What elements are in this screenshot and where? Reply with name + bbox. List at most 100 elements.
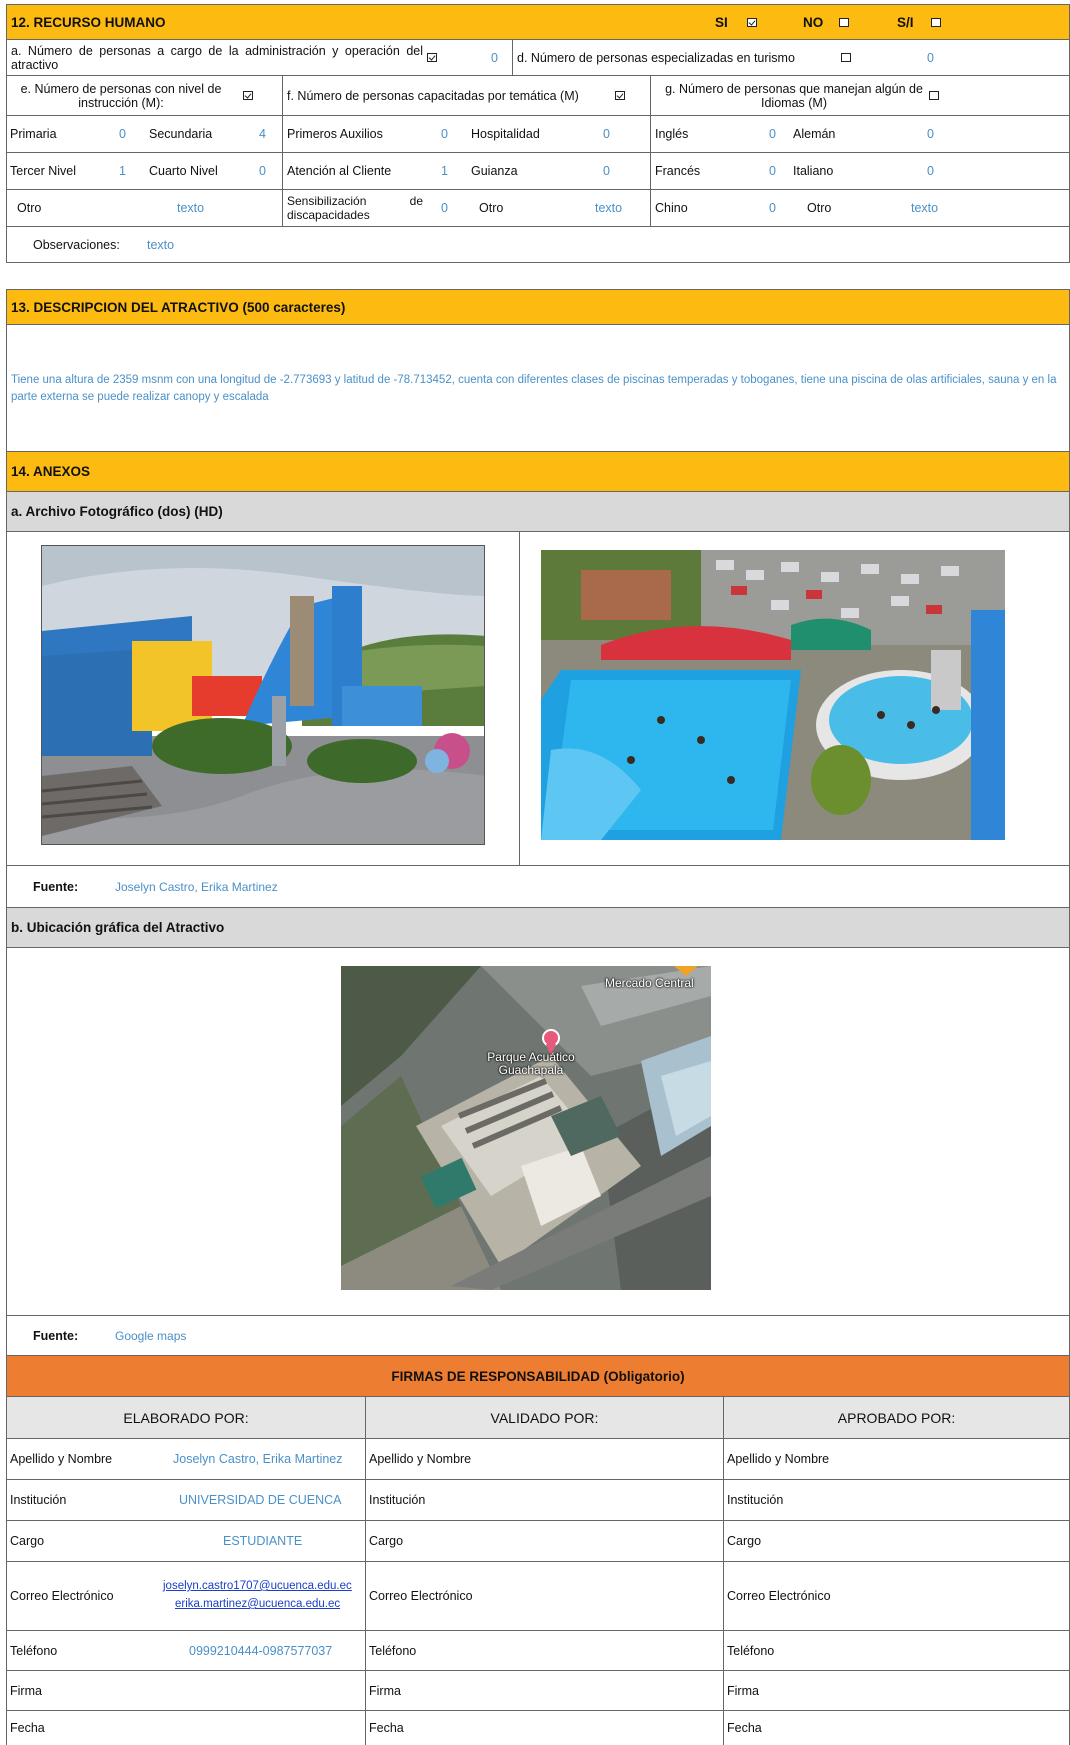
validado-firma: Firma: [366, 1671, 724, 1710]
fuente-b-label: Fuente:: [33, 1328, 79, 1343]
e-item-label: Cuarto Nivel: [149, 164, 218, 178]
elaborado-header: ELABORADO POR:: [7, 1397, 366, 1438]
photo-building: [41, 545, 485, 845]
fuente-b-row: Fuente: Google maps: [6, 1316, 1070, 1356]
f-item-value: 0: [441, 127, 448, 141]
a-label: a. Número de personas a cargo de la admi…: [11, 43, 423, 72]
section-12-header: 12. RECURSO HUMANO SI NO S/I: [6, 4, 1070, 40]
aprobado-correo: Correo Electrónico: [727, 1589, 831, 1603]
anexos-b-title: b. Ubicación gráfica del Atractivo: [11, 920, 225, 935]
f-item-value: 0: [603, 164, 610, 178]
description-box: Tiene una altura de 2359 msnm con una lo…: [6, 325, 1070, 452]
row-d: d. Número de personas especializadas en …: [513, 40, 1069, 75]
f-item-label: Sensibilización de discapacidades: [287, 194, 423, 222]
g-item-label: Francés: [655, 164, 701, 178]
aprobado-telefono: Teléfono: [727, 1643, 775, 1658]
f-item-label: Atención al Cliente: [287, 164, 392, 178]
value-cargo: ESTUDIANTE: [223, 1534, 303, 1548]
observaciones-label: Observaciones:: [33, 237, 120, 252]
g-item-label: Alemán: [793, 127, 836, 141]
value-nombre: Joselyn Castro, Erika Martinez: [173, 1452, 343, 1466]
f-item-value: 0: [441, 201, 448, 215]
e-item-value: texto: [177, 201, 205, 215]
label-institucion: Institución: [10, 1493, 67, 1507]
aprobado-header: APROBADO POR:: [837, 1409, 956, 1426]
map-row: Mercado Central Parque Acuático Guachapa…: [6, 948, 1070, 1316]
e-checkbox[interactable]: [243, 90, 253, 100]
f-item-label: Otro: [479, 201, 504, 215]
a-checkbox[interactable]: [427, 52, 437, 62]
firma-row-fecha: Fecha Fecha Fecha: [6, 1711, 1070, 1745]
d-label: d. Número de personas especializadas en …: [517, 50, 795, 65]
email-link-1[interactable]: joselyn.castro1707@ucuenca.edu.ec: [163, 1580, 352, 1592]
map-image[interactable]: Mercado Central Parque Acuático Guachapa…: [341, 966, 711, 1290]
f-checkbox[interactable]: [615, 90, 625, 100]
value-telefono: 0999210444-0987577037: [189, 1643, 333, 1658]
no-checkbox[interactable]: [839, 17, 849, 27]
e-item-label: Otro: [17, 201, 42, 215]
fuente-a-row: Fuente: Joselyn Castro, Erika Martinez: [6, 866, 1070, 908]
f-item-value: 0: [603, 127, 610, 141]
map-label-parque: Parque Acuático Guachapala: [487, 1050, 575, 1077]
e-header: e. Número de personas con nivel de instr…: [7, 76, 283, 115]
f-label: f. Número de personas capacitadas por te…: [287, 88, 579, 103]
validado-nombre: Apellido y Nombre: [366, 1439, 724, 1479]
e-cell: Tercer Nivel 1 Cuarto Nivel 0: [7, 153, 283, 189]
g-item-value: texto: [911, 201, 939, 215]
anexos-a-header: a. Archivo Fotográfico (dos) (HD): [6, 492, 1070, 532]
e-item-value: 4: [259, 127, 266, 141]
f-cell: Primeros Auxilios 0 Hospitalidad 0: [283, 116, 651, 152]
d-checkbox[interactable]: [841, 52, 851, 62]
validado-correo: Correo Electrónico: [366, 1562, 724, 1630]
observaciones-row: Observaciones: texto: [6, 227, 1070, 263]
aprobado-fecha: Fecha: [727, 1721, 762, 1735]
g-cell: Chino 0 Otro texto: [651, 190, 1069, 226]
g-item-value: 0: [927, 164, 934, 178]
table-row: Tercer Nivel 1 Cuarto Nivel 0 Atención a…: [6, 153, 1070, 190]
si-checkbox[interactable]: [747, 17, 757, 27]
e-item-label: Primaria: [10, 127, 57, 141]
ficha-atractivo: 12. RECURSO HUMANO SI NO S/I a. Número d…: [0, 0, 1070, 1745]
g-item-label: Inglés: [655, 127, 689, 141]
f-header: f. Número de personas capacitadas por te…: [283, 76, 651, 115]
e-item-value: 0: [119, 127, 126, 141]
description-text: Tiene una altura de 2359 msnm con una lo…: [11, 374, 1057, 403]
firmas-header: FIRMAS DE RESPONSABILIDAD (Obligatorio): [6, 1356, 1070, 1397]
table-row: Primaria 0 Secundaria 4 Primeros Auxilio…: [6, 116, 1070, 153]
validado-cargo: Cargo: [366, 1521, 724, 1561]
validado-telefono: Teléfono: [366, 1631, 724, 1670]
email-link-2[interactable]: erika.martinez@ucuenca.edu.ec: [175, 1598, 340, 1610]
a-value: 0: [491, 50, 498, 65]
photo-row: [6, 532, 1070, 866]
section-14-title: 14. ANEXOS: [11, 464, 91, 479]
photo-divider: [519, 532, 520, 865]
label-nombre: Apellido y Nombre: [10, 1452, 113, 1466]
no-label: NO: [803, 14, 824, 30]
e-item-label: Secundaria: [149, 127, 213, 141]
section-13-header: 13. DESCRIPCION DEL ATRACTIVO (500 carac…: [6, 289, 1070, 325]
e-item-value: 0: [259, 164, 266, 178]
f-cell: Atención al Cliente 1 Guianza 0: [283, 153, 651, 189]
f-item-label: Guianza: [471, 164, 518, 178]
f-item-label: Hospitalidad: [471, 127, 540, 141]
validado-institucion: Institución: [366, 1480, 724, 1520]
g-item-value: 0: [769, 201, 776, 215]
sn-checkbox[interactable]: [931, 17, 941, 27]
fuente-a-value: Joselyn Castro, Erika Martinez: [115, 879, 278, 894]
e-label: e. Número de personas con nivel de instr…: [20, 81, 222, 110]
map-label-mercado: Mercado Central: [605, 976, 694, 990]
aprobado-institucion: Institución: [727, 1493, 784, 1507]
firma-row-institucion: Institución UNIVERSIDAD DE CUENCA Instit…: [6, 1480, 1070, 1521]
g-item-label: Otro: [807, 201, 832, 215]
g-item-value: 0: [769, 164, 776, 178]
e-cell: Primaria 0 Secundaria 4: [7, 116, 283, 152]
g-item-label: Chino: [655, 201, 688, 215]
f-item-value: texto: [595, 201, 623, 215]
g-checkbox[interactable]: [929, 90, 939, 100]
firma-row-firma: Firma Firma Firma: [6, 1671, 1070, 1711]
table-row: Otro texto Sensibilización de discapacid…: [6, 190, 1070, 227]
validado-fecha: Fecha: [366, 1711, 724, 1745]
section-12-title: 12. RECURSO HUMANO: [11, 14, 166, 30]
observaciones-value: texto: [147, 237, 175, 252]
aprobado-nombre: Apellido y Nombre: [727, 1452, 830, 1466]
